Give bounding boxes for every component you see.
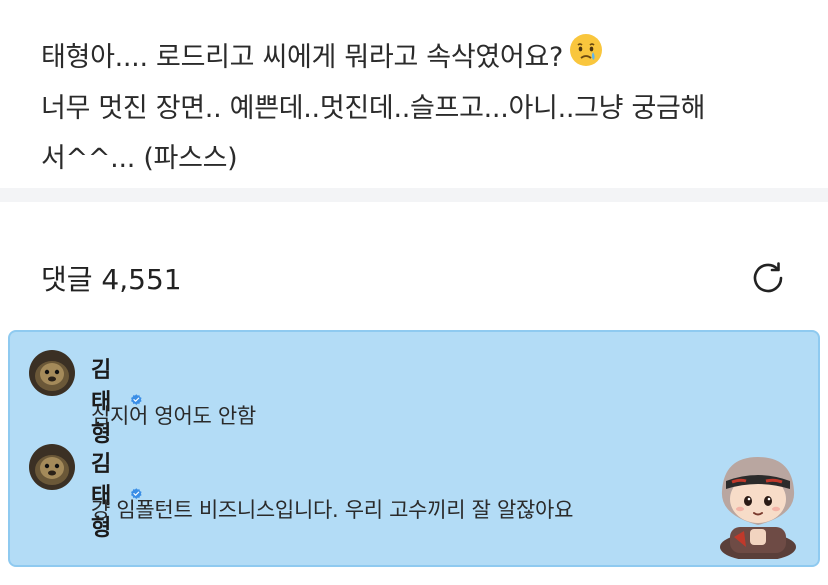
refresh-icon: [753, 262, 783, 293]
section-divider: [0, 188, 828, 202]
post-line-1: 태형아.... 로드리고 씨에게 뭐라고 속삭였어요?: [41, 33, 801, 84]
comments-header: 댓글 4,551: [41, 252, 788, 304]
character-sticker-icon: [710, 451, 806, 561]
avatar[interactable]: [29, 350, 75, 396]
refresh-button[interactable]: [748, 258, 788, 298]
post-line-2: 너무 멋진 장면.. 예쁜데..멋진데..슬프고...아니..그냥 궁금해: [41, 93, 706, 124]
post-line-1-text: 태형아.... 로드리고 씨에게 뭐라고 속삭였어요?: [41, 42, 564, 73]
avatar[interactable]: [29, 444, 75, 490]
post-body: 태형아.... 로드리고 씨에게 뭐라고 속삭였어요? 너무 멋진 장면.. 예…: [41, 33, 801, 184]
comment-text: 걍 임폴턴트 비즈니스입니다. 우리 고수끼리 잘 알잖아요: [91, 498, 574, 522]
comment-text: 심지어 영어도 안함: [91, 404, 256, 428]
comments-title-text: 댓글 4,551: [41, 263, 182, 296]
comments-title: 댓글 4,551: [41, 258, 182, 298]
crying-face-emoji-icon: [569, 33, 603, 84]
artist-comment-highlight: 김태형 심지어 영어도 안함 김태형 걍 임폴턴트 비즈니스입니다. 우리 고수…: [8, 330, 820, 567]
post-line-3: 서^^... (파스스): [41, 143, 238, 174]
